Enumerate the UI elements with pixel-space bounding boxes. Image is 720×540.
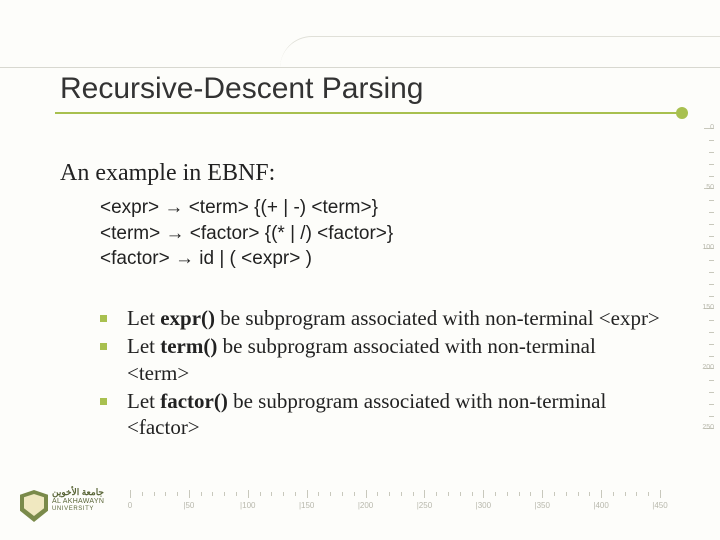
subtitle: An example in EBNF: <box>60 160 275 187</box>
bottom-ruler: 0|50|100|150|200|250|300|350|400|450 <box>130 490 660 510</box>
bullet-text: Let expr() be subprogram associated with… <box>127 305 660 331</box>
ruler-label: |450 <box>652 501 667 510</box>
page-title: Recursive-Descent Parsing <box>60 72 423 106</box>
list-item: Let expr() be subprogram associated with… <box>100 305 660 331</box>
ruler-label: |200 <box>358 501 373 510</box>
list-item: Let factor() be subprogram associated wi… <box>100 388 660 441</box>
ruler-label: 150 <box>694 304 714 311</box>
title-underline <box>55 112 680 114</box>
ruler-label: 0 <box>128 501 132 510</box>
bullet-list: Let expr() be subprogram associated with… <box>100 305 660 442</box>
grammar-line: <term> → <factor> {(* | /) <factor>} <box>100 221 393 247</box>
university-logo: جامعة الأخوين AL AKHAWAYN UNIVERSITY <box>20 488 110 526</box>
bullet-icon <box>100 315 107 322</box>
bullet-text: Let term() be subprogram associated with… <box>127 333 660 386</box>
title-dot-icon <box>676 107 688 119</box>
ruler-label: |400 <box>593 501 608 510</box>
ruler-label: |250 <box>417 501 432 510</box>
ruler-label: 50 <box>694 184 714 191</box>
ruler-label: 250 <box>694 424 714 431</box>
header-decor <box>0 0 720 68</box>
crest-icon <box>20 490 48 522</box>
right-ruler: 050100150200250 <box>692 128 714 480</box>
grammar-line: <factor> → id | ( <expr> ) <box>100 246 393 272</box>
bullet-icon <box>100 343 107 350</box>
list-item: Let term() be subprogram associated with… <box>100 333 660 386</box>
ruler-label: |100 <box>240 501 255 510</box>
bullet-icon <box>100 398 107 405</box>
ruler-label: |350 <box>535 501 550 510</box>
ruler-label: |150 <box>299 501 314 510</box>
ruler-label: 200 <box>694 364 714 371</box>
ruler-label: |300 <box>476 501 491 510</box>
logo-text: جامعة الأخوين AL AKHAWAYN UNIVERSITY <box>52 488 104 512</box>
ruler-label: 0 <box>694 124 714 131</box>
ruler-label: 100 <box>694 244 714 251</box>
grammar-block: <expr> → <term> {(+ | -) <term>} <term> … <box>100 195 393 272</box>
ruler-label: |50 <box>183 501 194 510</box>
grammar-line: <expr> → <term> {(+ | -) <term>} <box>100 195 393 221</box>
bullet-text: Let factor() be subprogram associated wi… <box>127 388 660 441</box>
